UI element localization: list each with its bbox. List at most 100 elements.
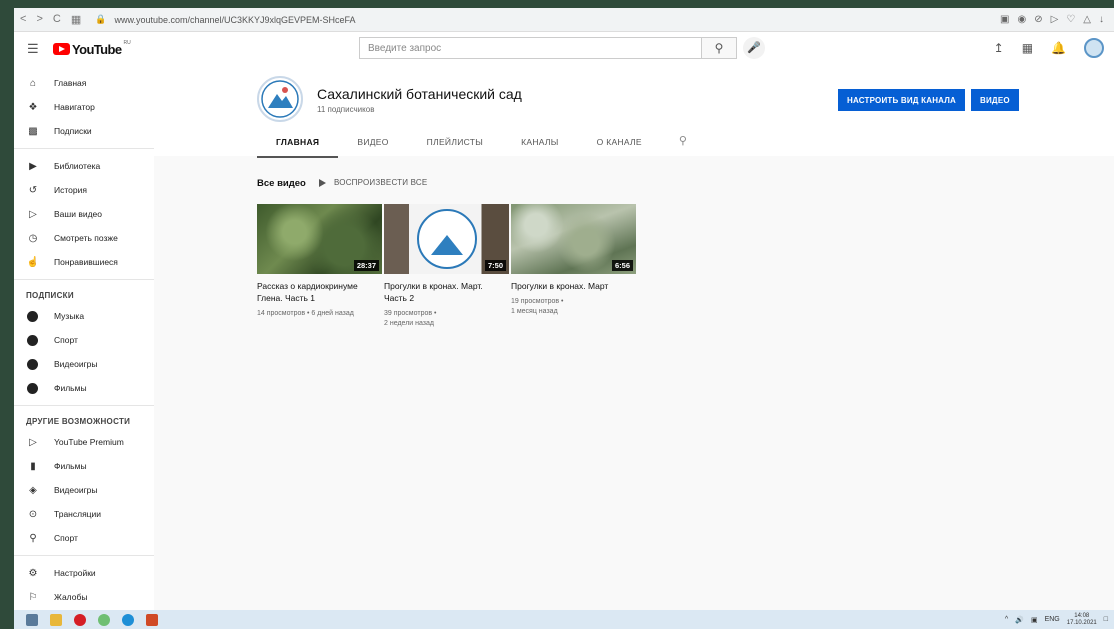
search-input[interactable]: Введите запрос bbox=[359, 37, 701, 59]
logo-region: RU bbox=[123, 39, 131, 46]
block-icon[interactable]: ⊘ bbox=[1034, 14, 1042, 25]
video-duration: 6:56 bbox=[611, 260, 633, 271]
screenshot-icon[interactable]: ▣ bbox=[1000, 14, 1009, 25]
address-bar[interactable]: www.youtube.com/channel/UC3KKYJ9xlqGEVPE… bbox=[114, 15, 355, 25]
account-avatar[interactable] bbox=[1084, 38, 1104, 58]
opera-icon[interactable] bbox=[74, 613, 86, 626]
video-duration: 28:37 bbox=[353, 260, 379, 271]
tab-home[interactable]: ГЛАВНАЯ bbox=[257, 129, 339, 158]
sidebar-item-report[interactable]: ⚐ Жалобы bbox=[14, 585, 154, 609]
video-card[interactable]: 7:50 Прогулки в кронах. Март. Часть 2 39… bbox=[384, 204, 509, 329]
subscription-item-sport[interactable]: Спорт bbox=[14, 328, 154, 352]
sidebar: ⌂ Главная ❖ Навигатор ▩ Подписки ▶ Библиотек… bbox=[14, 66, 154, 610]
subscription-item-gaming[interactable]: Видеоигры bbox=[14, 352, 154, 376]
cube-icon[interactable]: △ bbox=[1083, 14, 1091, 25]
customize-channel-button[interactable]: НАСТРОИТЬ ВИД КАНАЛА bbox=[838, 89, 966, 111]
tab-channels[interactable]: КАНАЛЫ bbox=[502, 129, 578, 158]
play-icon bbox=[319, 178, 326, 187]
sidebar-item-explore[interactable]: ❖ Навигатор bbox=[14, 95, 154, 119]
video-thumbnail[interactable]: 6:56 bbox=[511, 204, 636, 274]
sidebar-item-live[interactable]: ⊙ Трансляции bbox=[14, 502, 154, 526]
apps-grid-icon[interactable]: ▦ bbox=[1022, 41, 1033, 55]
channel-avatar[interactable] bbox=[257, 76, 303, 122]
task-view-icon[interactable] bbox=[26, 613, 38, 626]
subscriptions-icon: ▩ bbox=[28, 125, 38, 137]
bell-icon[interactable]: 🔔 bbox=[1051, 41, 1066, 55]
divider bbox=[14, 405, 154, 406]
tabs-grid-icon[interactable]: ▦ bbox=[71, 13, 81, 26]
notifications-icon[interactable]: □ bbox=[1104, 616, 1108, 623]
search-button[interactable]: ⚲ bbox=[701, 37, 737, 59]
video-duration: 7:50 bbox=[484, 260, 506, 271]
edge-icon[interactable] bbox=[122, 613, 134, 626]
sidebar-item-subscriptions[interactable]: ▩ Подписки bbox=[14, 119, 154, 143]
trophy-icon: ⚲ bbox=[29, 532, 37, 544]
sidebar-item-home[interactable]: ⌂ Главная bbox=[14, 71, 154, 95]
tab-playlists[interactable]: ПЛЕЙЛИСТЫ bbox=[408, 129, 502, 158]
video-meta: 14 просмотров • 6 дней назад bbox=[257, 310, 354, 317]
lock-icon: 🔒 bbox=[95, 14, 107, 24]
video-title[interactable]: Прогулки в кронах. Март. Часть 2 bbox=[384, 280, 502, 304]
sidebar-item-films[interactable]: ▮ Фильмы bbox=[14, 454, 154, 478]
send-icon[interactable]: ▷ bbox=[1051, 14, 1059, 25]
video-card[interactable]: 6:56 Прогулки в кронах. Март 19 просмотр… bbox=[511, 204, 636, 329]
powerpoint-icon[interactable] bbox=[146, 613, 158, 626]
subscriptions-heading: ПОДПИСКИ bbox=[26, 291, 74, 300]
video-title[interactable]: Прогулки в кронах. Март bbox=[511, 280, 629, 292]
sidebar-item-games[interactable]: ◈ Видеоигры bbox=[14, 478, 154, 502]
subscription-item-music[interactable]: Музыка bbox=[14, 304, 154, 328]
back-icon[interactable]: < bbox=[20, 13, 26, 26]
sidebar-item-library[interactable]: ▶ Библиотека bbox=[14, 154, 154, 178]
upload-icon[interactable]: ↥ bbox=[994, 41, 1004, 55]
your-videos-icon: ▷ bbox=[29, 208, 37, 220]
divider bbox=[14, 279, 154, 280]
manage-videos-button[interactable]: ВИДЕО bbox=[971, 89, 1019, 111]
file-explorer-icon[interactable] bbox=[50, 613, 62, 626]
tray-chevron-icon[interactable]: ^ bbox=[1005, 616, 1008, 623]
channel-header: Сахалинский ботанический сад 11 подписчи… bbox=[154, 66, 1114, 158]
youtube-logo[interactable]: YouTube RU bbox=[53, 39, 131, 57]
voice-search-button[interactable]: 🎤 bbox=[743, 37, 765, 59]
system-clock[interactable]: 14:08 17.10.2021 bbox=[1067, 613, 1097, 627]
sport-icon bbox=[27, 334, 38, 346]
gamepad-icon: ◈ bbox=[29, 484, 37, 496]
divider bbox=[14, 148, 154, 149]
sidebar-item-your-videos[interactable]: ▷ Ваши видео bbox=[14, 202, 154, 226]
video-thumbnail[interactable]: 28:37 bbox=[257, 204, 382, 274]
flag-icon: ⚐ bbox=[28, 591, 38, 603]
video-meta: 39 просмотров • 2 недели назад bbox=[384, 310, 437, 327]
subscriber-count: 11 подписчиков bbox=[317, 105, 375, 114]
volume-icon[interactable]: 🔊 bbox=[1015, 616, 1024, 624]
forward-icon[interactable]: > bbox=[36, 13, 42, 26]
heart-icon[interactable]: ♡ bbox=[1066, 14, 1075, 25]
thumbs-up-icon: ☝ bbox=[26, 256, 40, 268]
video-meta: 19 просмотров • 1 месяц назад bbox=[511, 298, 564, 315]
youtube-premium-icon: ▷ bbox=[29, 436, 37, 448]
video-thumbnail[interactable]: 7:50 bbox=[384, 204, 509, 274]
sidebar-item-liked[interactable]: ☝ Понравившиеся bbox=[14, 250, 154, 274]
windows-taskbar: ^ 🔊 ▣ ENG 14:08 17.10.2021 □ bbox=[14, 610, 1114, 629]
network-icon[interactable]: ▣ bbox=[1031, 616, 1038, 624]
reload-icon[interactable]: C bbox=[53, 13, 61, 26]
gaming-icon bbox=[27, 358, 38, 370]
sidebar-item-settings[interactable]: ⚙ Настройки bbox=[14, 561, 154, 585]
subscription-item-movies[interactable]: Фильмы bbox=[14, 376, 154, 400]
video-title[interactable]: Рассказ о кардиокринуме Глена. Часть 1 bbox=[257, 280, 375, 304]
sidebar-item-sport[interactable]: ⚲ Спорт bbox=[14, 526, 154, 550]
video-card[interactable]: 28:37 Рассказ о кардиокринуме Глена. Час… bbox=[257, 204, 382, 329]
sidebar-item-history[interactable]: ↺ История bbox=[14, 178, 154, 202]
sidebar-item-premium[interactable]: ▷ YouTube Premium bbox=[14, 430, 154, 454]
menu-icon[interactable]: ☰ bbox=[27, 41, 39, 57]
camera-icon[interactable]: ◉ bbox=[1018, 14, 1027, 25]
tab-videos[interactable]: ВИДЕО bbox=[338, 129, 407, 158]
channel-search-icon[interactable]: ⚲ bbox=[661, 129, 705, 158]
mic-icon: 🎤 bbox=[747, 42, 761, 54]
language-indicator[interactable]: ENG bbox=[1045, 616, 1060, 623]
play-all-button[interactable]: ВОСПРОИЗВЕСТИ ВСЕ bbox=[319, 178, 427, 187]
tab-about[interactable]: О КАНАЛЕ bbox=[578, 129, 661, 158]
whatsapp-icon[interactable] bbox=[98, 613, 110, 626]
live-icon: ⊙ bbox=[28, 508, 38, 520]
divider bbox=[14, 555, 154, 556]
sidebar-item-watch-later[interactable]: ◷ Смотреть позже bbox=[14, 226, 154, 250]
download-icon[interactable]: ↓ bbox=[1099, 14, 1104, 25]
